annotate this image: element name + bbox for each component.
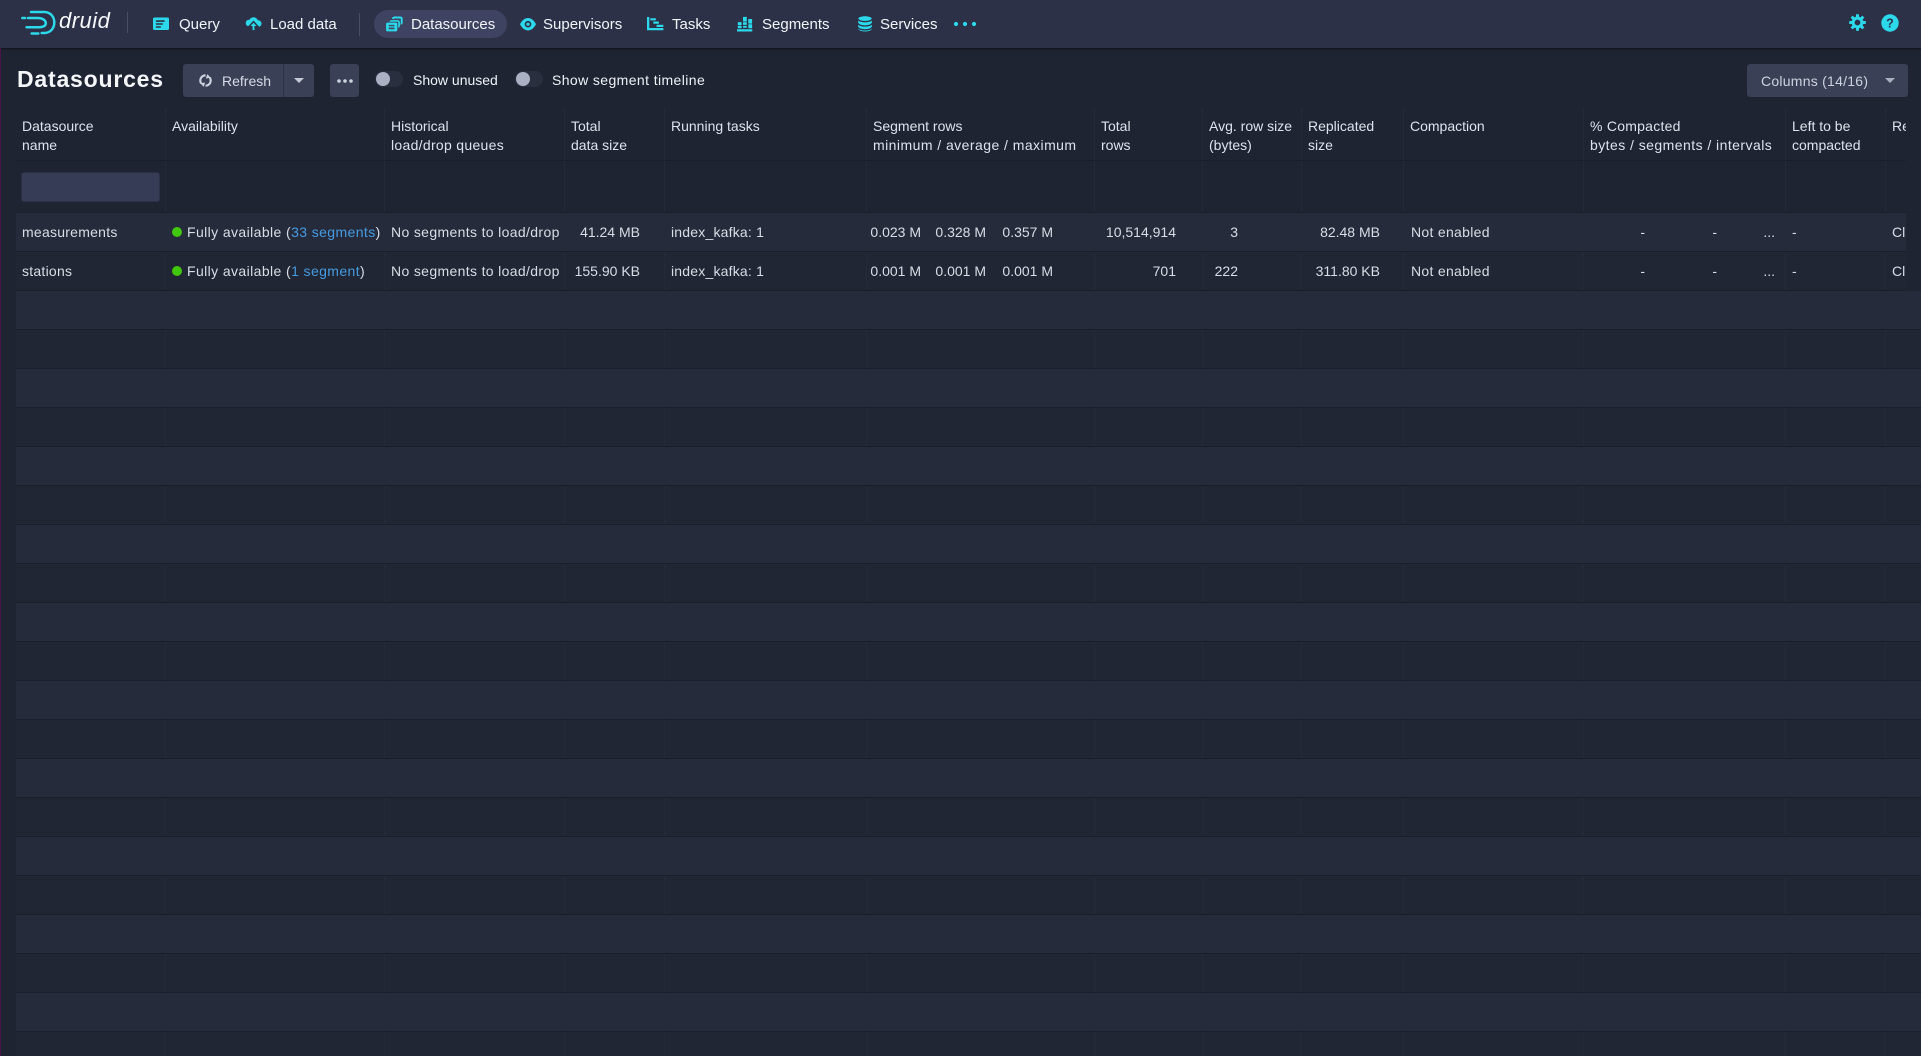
svg-text:?: ? [1886,16,1894,30]
